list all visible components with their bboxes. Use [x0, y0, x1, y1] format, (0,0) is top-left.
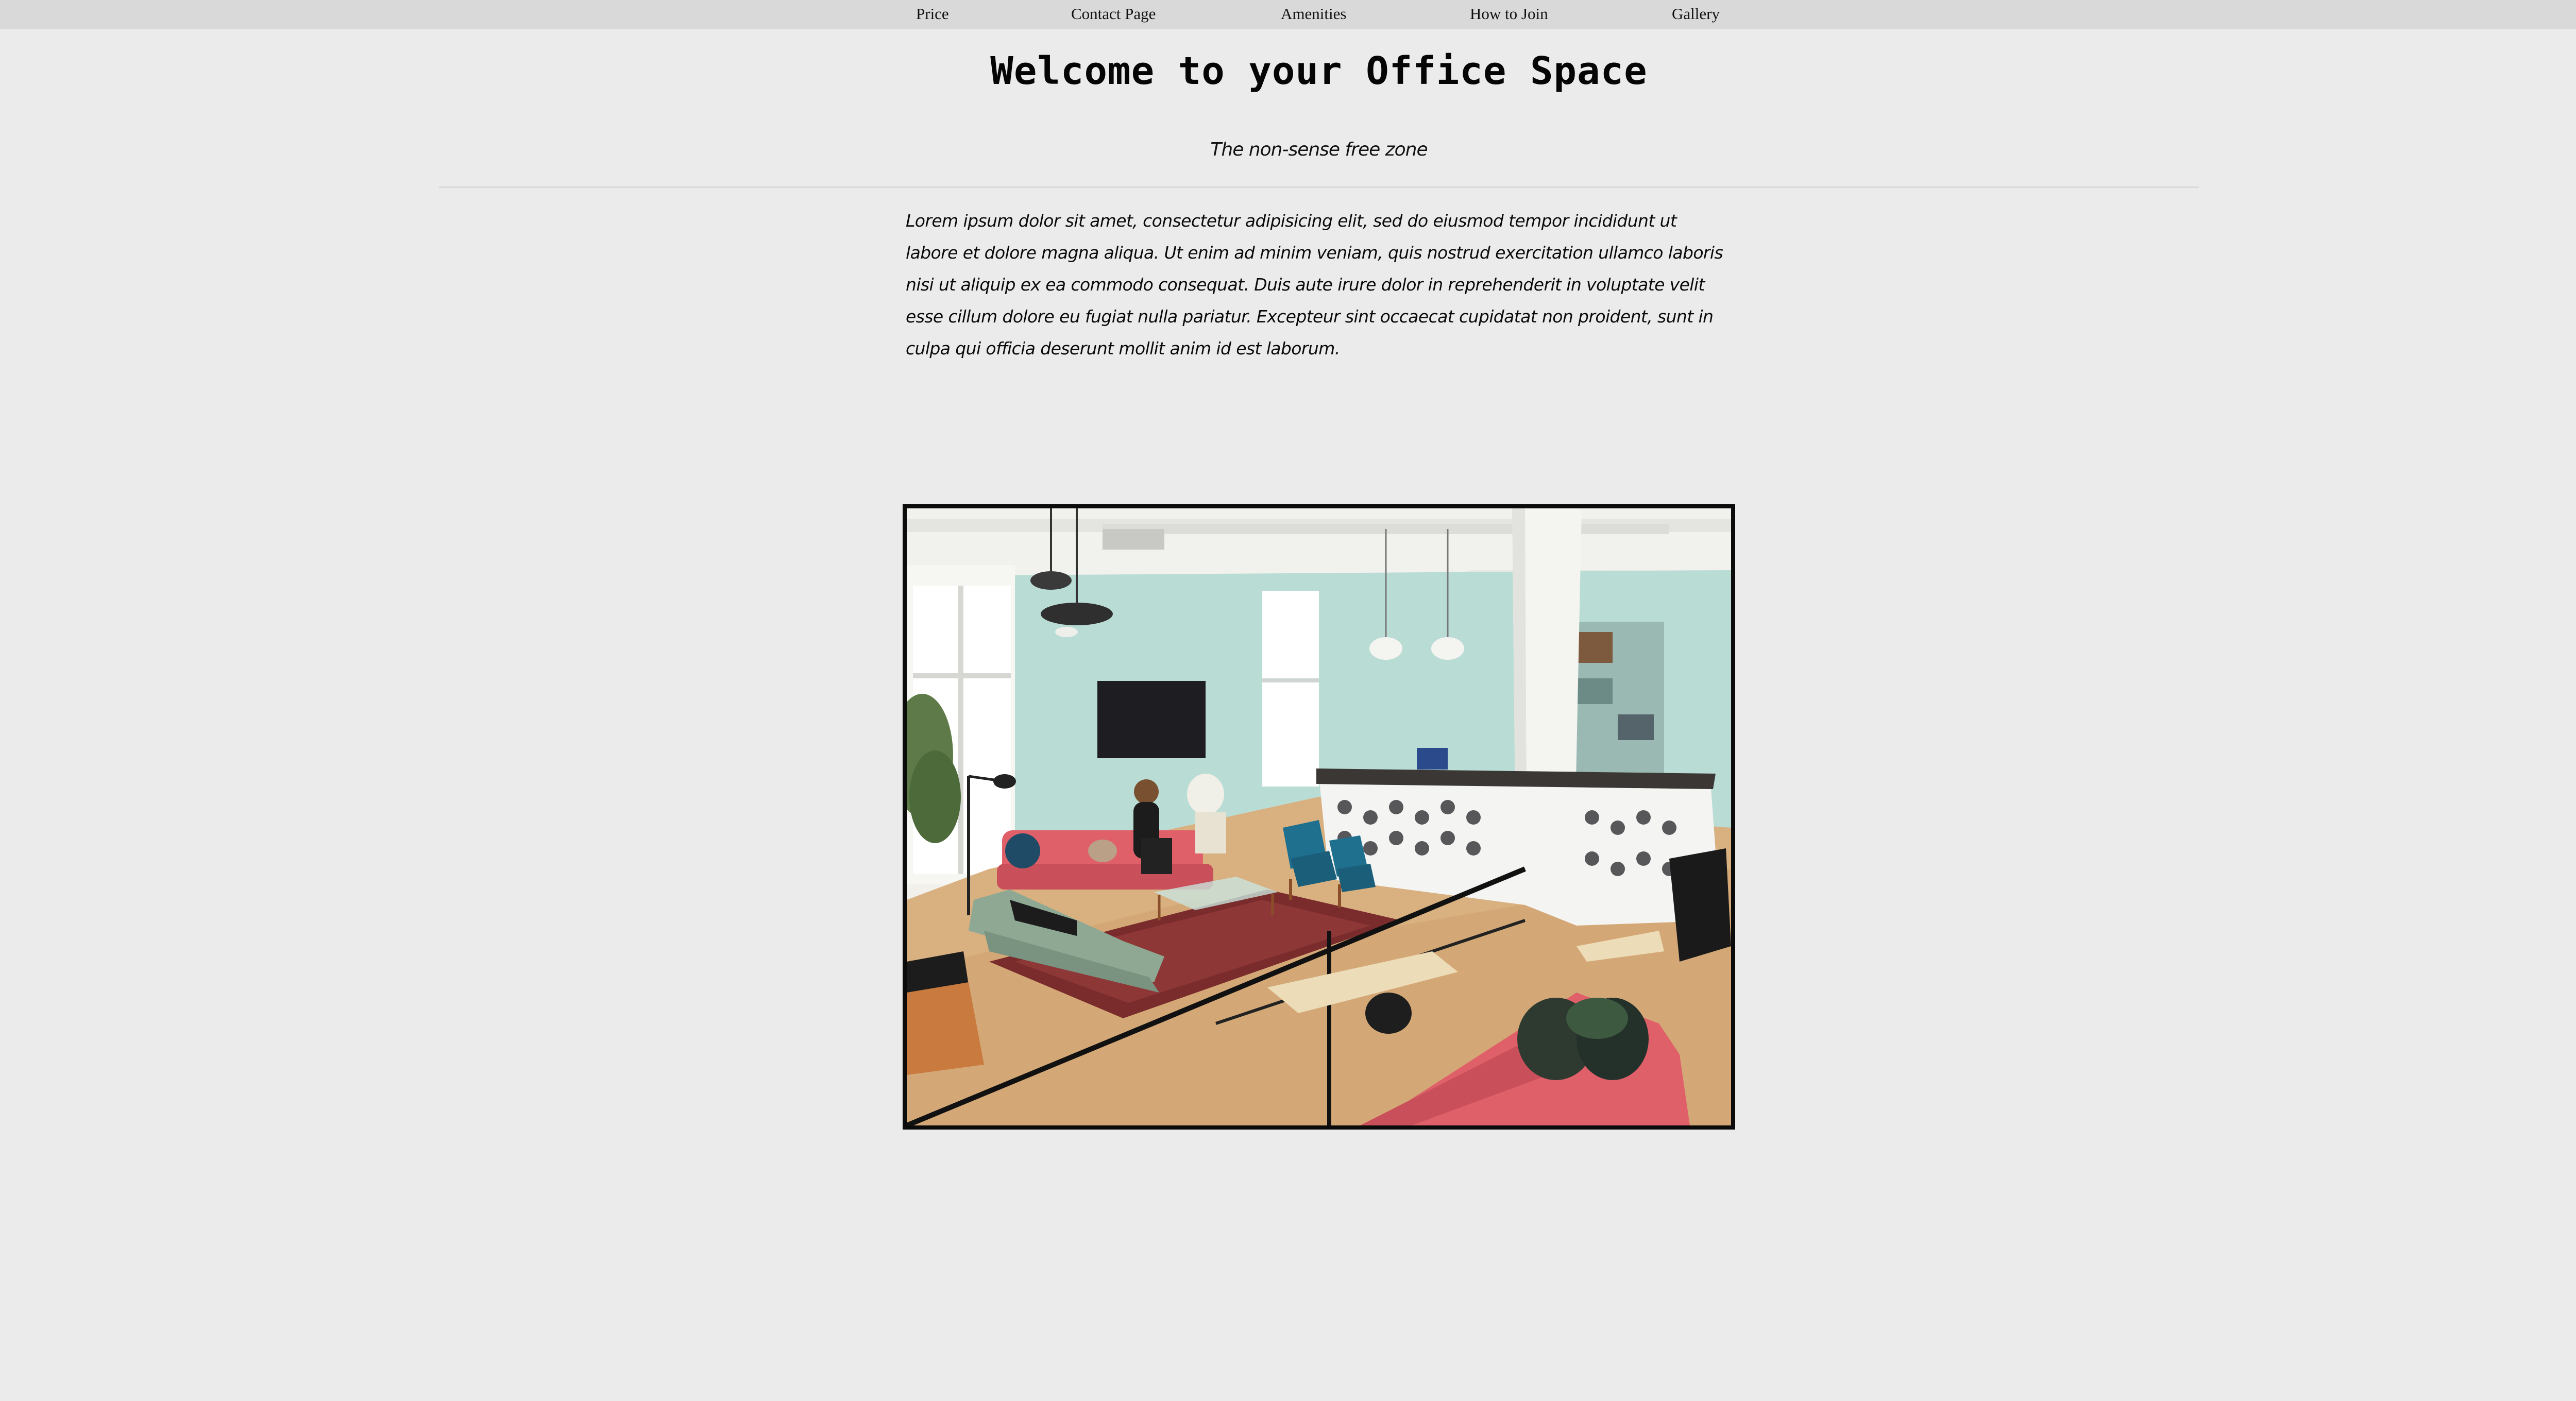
office-photo — [903, 504, 1735, 1130]
nav-link-amenities[interactable]: Amenities — [1281, 0, 1346, 29]
page-title: Welcome to your Office Space — [990, 49, 1648, 93]
header-divider — [439, 186, 2199, 188]
nav-link-contact-page[interactable]: Contact Page — [1071, 0, 1156, 29]
nav-link-gallery[interactable]: Gallery — [1672, 0, 1720, 29]
office-lounge-illustration — [907, 508, 1731, 1125]
nav-link-price[interactable]: Price — [916, 0, 949, 29]
intro-paragraph: Lorem ipsum dolor sit amet, consectetur … — [906, 211, 1723, 358]
nav-link-how-to-join[interactable]: How to Join — [1470, 0, 1548, 29]
page-subtitle: The non-sense free zone — [1210, 139, 1428, 160]
top-nav: Price Contact Page Amenities How to Join… — [0, 0, 2576, 29]
